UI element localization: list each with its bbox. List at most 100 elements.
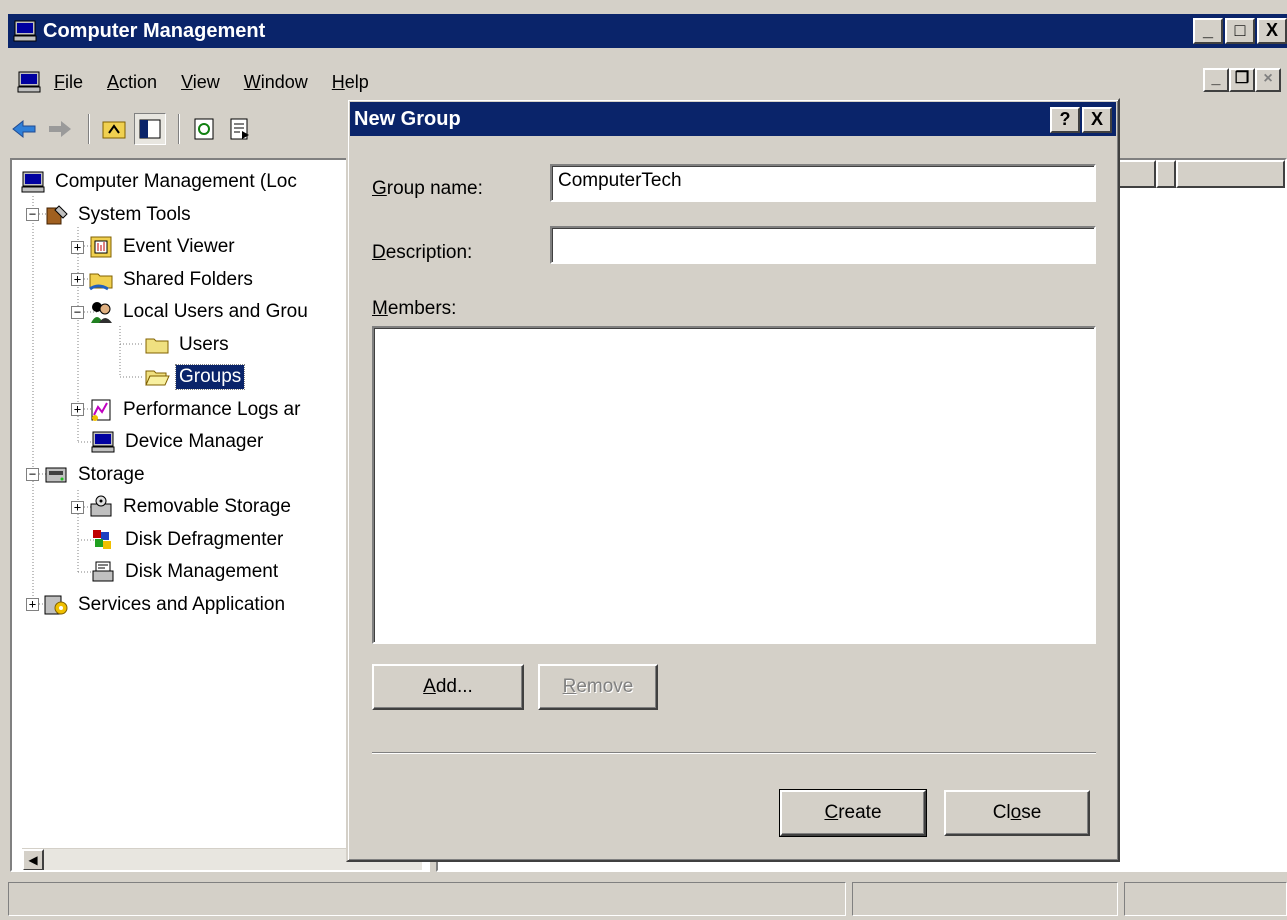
folder-up-icon — [102, 121, 126, 139]
remove-label: emove — [576, 676, 634, 697]
add-button[interactable]: Add... — [372, 664, 524, 710]
refresh-icon — [194, 118, 214, 140]
export-list-button[interactable] — [224, 113, 256, 145]
forward-button[interactable] — [44, 113, 76, 145]
maximize-button[interactable]: □ — [1225, 18, 1255, 44]
menu-window-accel: W — [243, 71, 261, 92]
dialog-divider — [372, 752, 1096, 754]
main-titlebar[interactable]: Computer Management _ □ X — [8, 14, 1287, 48]
collapse-toggle[interactable]: − — [71, 305, 84, 319]
menu-help-accel: H — [331, 71, 345, 92]
tree: Computer Management (Loc − System Tools … — [20, 166, 311, 621]
tree-node-local-users-and-groups[interactable]: − Local Users and Grou — [71, 296, 311, 329]
description-field[interactable] — [550, 226, 1096, 264]
dialog-caption-buttons: ? X — [1050, 107, 1112, 133]
computer-icon — [13, 20, 37, 42]
removable-storage-icon — [90, 495, 112, 517]
tree-node-device-manager[interactable]: Device Manager — [90, 426, 311, 459]
tree-label: Storage — [78, 463, 145, 485]
computer-icon — [21, 171, 45, 193]
dialog-title: New Group — [354, 107, 461, 130]
add-accel: A — [423, 676, 436, 697]
column-header[interactable] — [1176, 160, 1285, 188]
console-tree-icon — [139, 119, 161, 139]
mdi-restore-button[interactable]: ❐ — [1229, 68, 1255, 92]
event-viewer-icon — [90, 236, 112, 258]
expand-toggle[interactable]: + — [71, 500, 84, 514]
back-button[interactable] — [8, 113, 40, 145]
expand-toggle[interactable]: + — [71, 403, 84, 417]
scroll-left-arrow-icon[interactable]: ◀ — [22, 849, 44, 870]
tree-node-disk-defragmenter[interactable]: Disk Defragmenter — [90, 524, 311, 557]
menu-view[interactable]: View — [181, 72, 220, 93]
description-accel: D — [372, 242, 386, 263]
window-title: Computer Management — [43, 19, 266, 42]
tree-label: Disk Defragmenter — [125, 528, 284, 550]
tree-node-shared-folders[interactable]: + Shared Folders — [71, 264, 311, 297]
tree-node-system-tools[interactable]: − System Tools — [26, 199, 311, 232]
remove-button[interactable]: Remove — [538, 664, 658, 710]
tree-label: Disk Management — [125, 561, 279, 583]
menu-file[interactable]: File — [54, 72, 83, 93]
status-cell — [1124, 882, 1287, 916]
tree-label: Services and Application — [78, 593, 286, 615]
create-label: reate — [838, 802, 882, 823]
menu-help-label: elp — [344, 71, 369, 92]
tree-node-disk-management[interactable]: Disk Management — [90, 556, 311, 589]
show-hide-tree-button[interactable] — [134, 113, 166, 145]
minimize-button[interactable]: _ — [1193, 18, 1223, 44]
close-label-pre: Cl — [992, 802, 1011, 823]
disk-defragmenter-icon — [93, 529, 111, 549]
menu-file-label: ile — [65, 71, 84, 92]
menu-action[interactable]: Action — [107, 72, 157, 93]
device-manager-icon — [91, 431, 115, 453]
services-icon — [44, 595, 68, 615]
close-button[interactable]: X — [1257, 18, 1287, 44]
description-label-text: escription: — [385, 242, 473, 263]
dialog-close-button[interactable]: X — [1082, 107, 1112, 133]
tree-label: Performance Logs ar — [123, 398, 301, 420]
tree-node-services-and-applications[interactable]: + Services and Application — [26, 589, 311, 622]
up-one-level-button[interactable] — [98, 113, 130, 145]
toolbar-separator — [88, 114, 90, 144]
statusbar — [8, 882, 1287, 916]
new-group-dialog: New Group ? X Group name: ComputerTech D… — [346, 98, 1120, 862]
members-label-text: embers: — [387, 298, 457, 319]
tree-node-users[interactable]: Users — [144, 329, 311, 362]
expand-toggle[interactable]: + — [26, 598, 39, 612]
open-folder-icon — [145, 370, 170, 386]
back-arrow-icon — [12, 119, 36, 139]
tree-label: Computer Management (Loc — [55, 171, 297, 193]
create-button[interactable]: Create — [779, 789, 927, 837]
tree-node-root[interactable]: Computer Management (Loc — [20, 166, 311, 199]
dialog-titlebar[interactable]: New Group ? X — [350, 102, 1116, 136]
tree-node-storage[interactable]: − Storage — [26, 459, 311, 492]
create-accel: C — [824, 802, 839, 823]
expand-toggle[interactable]: + — [71, 240, 84, 254]
tree-node-performance-logs[interactable]: + Performance Logs ar — [71, 394, 311, 427]
menu-help[interactable]: Help — [332, 72, 369, 93]
tree-label: Shared Folders — [123, 268, 253, 290]
members-label: Members: — [372, 298, 456, 320]
system-tools-icon — [46, 205, 68, 225]
tree-node-event-viewer[interactable]: + Event Viewer — [71, 231, 311, 264]
group-name-field[interactable]: ComputerTech — [550, 164, 1096, 202]
collapse-toggle[interactable]: − — [26, 208, 39, 222]
column-header[interactable] — [1156, 160, 1176, 188]
members-list[interactable] — [372, 326, 1096, 644]
computer-icon[interactable] — [16, 69, 42, 95]
expand-toggle[interactable]: + — [71, 273, 84, 287]
help-button[interactable]: ? — [1050, 107, 1080, 133]
refresh-button[interactable] — [188, 113, 220, 145]
mdi-close-button[interactable]: × — [1255, 68, 1281, 92]
collapse-toggle[interactable]: − — [26, 468, 39, 482]
disk-management-icon — [92, 561, 114, 582]
mdi-minimize-button[interactable]: _ — [1203, 68, 1229, 92]
tree-node-groups[interactable]: Groups — [144, 361, 311, 394]
close-dialog-button[interactable]: Cl o se — [944, 790, 1090, 836]
menu-window[interactable]: Window — [244, 72, 308, 93]
mdi-buttons: _ ❐ × — [1203, 68, 1281, 92]
menubar: File Action View Window Help _ ❐ × — [8, 66, 1287, 98]
tree-node-removable-storage[interactable]: + Removable Storage — [71, 491, 311, 524]
toolbar-separator — [178, 114, 180, 144]
